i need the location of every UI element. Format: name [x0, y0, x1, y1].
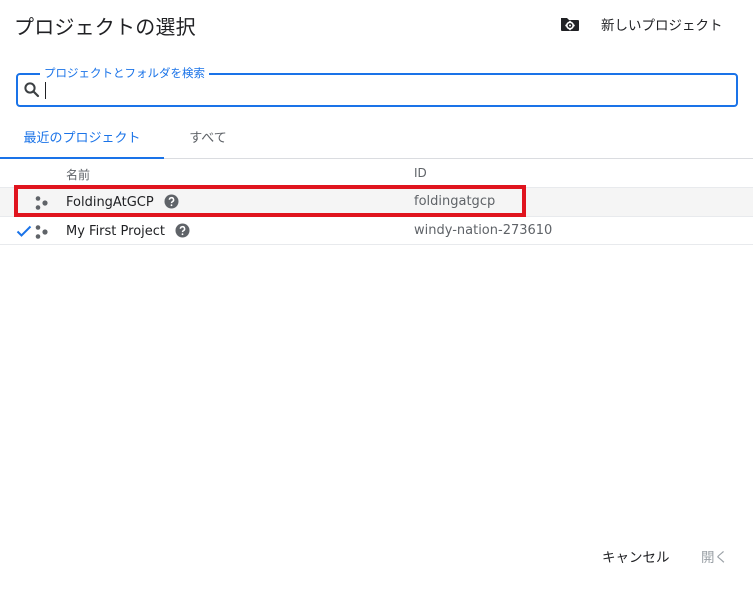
project-id: windy-nation-273610 [414, 223, 553, 238]
column-header-id[interactable]: ID [414, 166, 427, 180]
project-name-cell: My First Project [66, 223, 190, 239]
new-folder-gear-icon [560, 14, 580, 34]
new-project-button[interactable]: 新しいプロジェクト [560, 14, 723, 34]
new-project-label: 新しいプロジェクト [601, 18, 723, 34]
project-icon [34, 224, 50, 240]
project-name: FoldingAtGCP [66, 195, 154, 210]
tab-recent-projects[interactable]: 最近のプロジェクト [0, 128, 164, 159]
dialog-title: プロジェクトの選択 [14, 15, 196, 39]
project-id: foldingatgcp [414, 194, 496, 209]
project-icon [34, 195, 50, 211]
search-field[interactable]: プロジェクトとフォルダを検索 [16, 66, 738, 107]
table-row[interactable]: My First Project windy-nation-273610 [0, 216, 753, 245]
search-field-label: プロジェクトとフォルダを検索 [40, 66, 209, 80]
open-button[interactable]: 開く [701, 546, 728, 566]
project-table: 名前 ID FoldingAtGCP foldingatgcp My First… [0, 159, 753, 245]
search-input[interactable] [44, 79, 724, 101]
help-icon[interactable] [164, 194, 179, 209]
project-select-dialog: プロジェクトの選択 新しいプロジェクト プロジェクトとフォルダを検索 最近のプロ… [0, 0, 753, 589]
table-header: 名前 ID [0, 159, 753, 187]
table-row[interactable]: FoldingAtGCP foldingatgcp [0, 187, 753, 216]
search-icon [23, 81, 41, 99]
tab-bar: 最近のプロジェクト すべて [0, 128, 753, 159]
cancel-button[interactable]: キャンセル [602, 546, 670, 566]
project-name: My First Project [66, 224, 166, 239]
check-icon [16, 223, 32, 239]
project-name-cell: FoldingAtGCP [66, 194, 179, 210]
help-icon[interactable] [175, 223, 190, 238]
text-cursor [45, 82, 46, 99]
tab-all[interactable]: すべて [176, 128, 240, 158]
column-header-name[interactable]: 名前 [66, 166, 90, 183]
